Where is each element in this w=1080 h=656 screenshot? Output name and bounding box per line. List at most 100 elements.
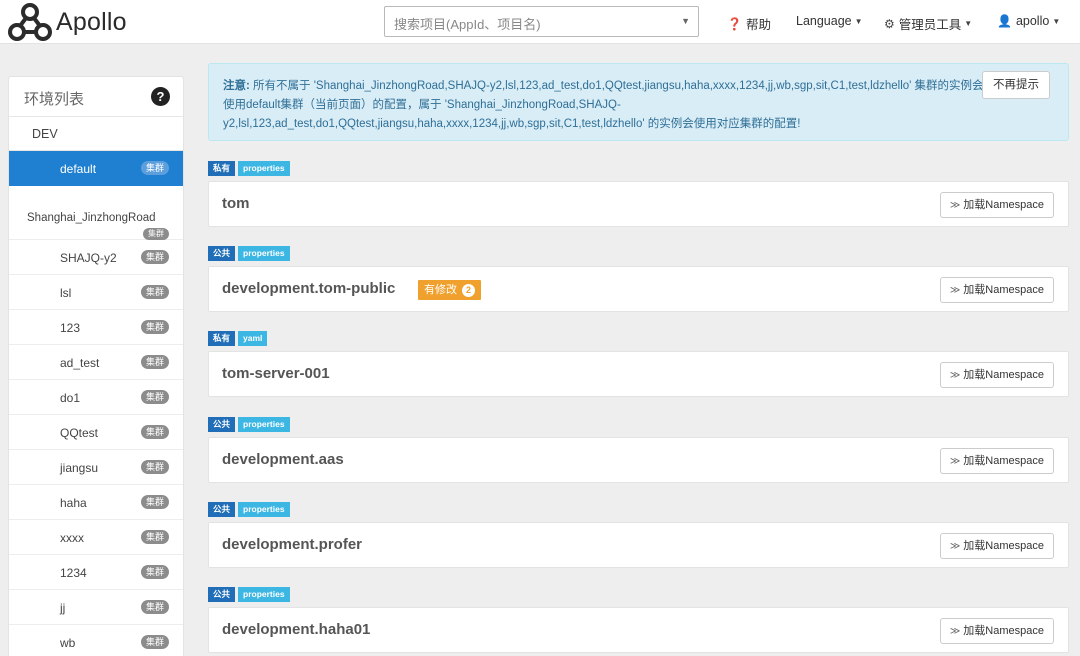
- namespace-header[interactable]: development.profer ≫ 加载Namespace: [208, 522, 1069, 568]
- sidebar-item-label: wb: [60, 636, 76, 650]
- namespace-header[interactable]: development.aas ≫ 加载Namespace: [208, 437, 1069, 483]
- dismiss-notice-button[interactable]: 不再提示: [982, 71, 1050, 99]
- alert-prefix: 注意:: [223, 80, 250, 92]
- cluster-badge: 集群: [140, 425, 169, 439]
- cluster-badge: 集群: [140, 495, 169, 509]
- sidebar-item-cluster[interactable]: ad_test 集群: [9, 345, 183, 380]
- sidebar-item-label: Shanghai_JinzhongRoad: [27, 212, 156, 224]
- app-name: Apollo: [56, 7, 127, 36]
- load-namespace-label: 加载Namespace: [963, 540, 1044, 552]
- sidebar-item-cluster[interactable]: 123 集群: [9, 310, 183, 345]
- namespace-header[interactable]: tom ≫ 加载Namespace: [208, 181, 1069, 227]
- load-namespace-button[interactable]: ≫ 加载Namespace: [939, 533, 1054, 559]
- caret-down-icon: ▼: [964, 19, 973, 28]
- load-namespace-button[interactable]: ≫ 加载Namespace: [939, 192, 1054, 218]
- format-tag: yaml: [238, 331, 268, 346]
- namespace-tags: 公共 properties: [208, 587, 293, 602]
- sidebar-item-label: lsl: [60, 286, 72, 300]
- namespace-panel: 私有 yaml tom-server-001 ≫ 加载Namespace: [208, 331, 1069, 411]
- namespace-panel: 公共 properties development.haha01 ≫ 加载Name…: [208, 587, 1069, 656]
- namespace-header[interactable]: development.tom-public 有修改 2 ≫ 加载Namespace: [208, 266, 1069, 312]
- env-label: DEV: [32, 127, 58, 141]
- sidebar-item-cluster[interactable]: do1 集群: [9, 380, 183, 415]
- search-placeholder: 搜索项目(AppId、项目名): [394, 17, 541, 32]
- sidebar-item-cluster[interactable]: QQtest 集群: [9, 415, 183, 450]
- namespace-tags: 公共 properties: [208, 417, 293, 432]
- sidebar-item-cluster[interactable]: haha 集群: [9, 485, 183, 520]
- load-namespace-label: 加载Namespace: [963, 369, 1044, 381]
- double-chevron-down-icon: ≫: [949, 200, 961, 211]
- apollo-logo-icon: [8, 3, 52, 41]
- sidebar-item-label: do1: [60, 391, 81, 405]
- cluster-badge: 集群: [140, 460, 169, 474]
- modified-count: 2: [462, 283, 475, 297]
- double-chevron-down-icon: ≫: [949, 285, 961, 296]
- namespace-name: development.profer: [222, 536, 363, 553]
- sidebar-item-cluster[interactable]: SHAJQ-y2 集群: [9, 240, 183, 275]
- sidebar-item-label: haha: [60, 496, 87, 510]
- admin-tools-dropdown[interactable]: ⚙ 管理员工具 ▼: [884, 14, 972, 33]
- load-namespace-label: 加载Namespace: [963, 284, 1044, 296]
- help-icon[interactable]: ?: [151, 87, 170, 106]
- user-dropdown[interactable]: 👤 apollo ▼: [997, 14, 1060, 28]
- project-search-select[interactable]: 搜索项目(AppId、项目名) ▼: [384, 6, 699, 37]
- sidebar-item-cluster[interactable]: xxxx 集群: [9, 520, 183, 555]
- cluster-badge: 集群: [140, 285, 169, 299]
- format-tag: properties: [238, 246, 290, 261]
- format-tag: properties: [238, 502, 290, 517]
- cluster-badge: 集群: [140, 320, 169, 334]
- sidebar-item-cluster[interactable]: 1234 集群: [9, 555, 183, 590]
- sidebar-header: 环境列表 ?: [9, 77, 183, 117]
- namespace-panel: 公共 properties development.aas ≫ 加载Namespa…: [208, 417, 1069, 497]
- namespace-header[interactable]: development.haha01 ≫ 加载Namespace: [208, 607, 1069, 653]
- namespace-name: development.aas: [222, 451, 344, 468]
- format-tag: properties: [238, 587, 290, 602]
- modified-label: 有修改: [424, 284, 457, 296]
- sidebar-item-label: 123: [60, 321, 81, 335]
- language-dropdown[interactable]: Language ▼: [796, 14, 863, 28]
- sidebar-title: 环境列表: [24, 91, 85, 108]
- load-namespace-label: 加载Namespace: [963, 625, 1044, 637]
- help-link[interactable]: ❓ 帮助: [727, 14, 771, 33]
- namespace-tags: 私有 yaml: [208, 331, 270, 346]
- load-namespace-button[interactable]: ≫ 加载Namespace: [939, 277, 1054, 303]
- sidebar-item-default[interactable]: default 集群: [9, 151, 183, 186]
- format-tag: properties: [238, 161, 290, 176]
- sidebar-item-label: default: [60, 162, 97, 176]
- load-namespace-button[interactable]: ≫ 加载Namespace: [939, 618, 1054, 644]
- double-chevron-down-icon: ≫: [949, 370, 961, 381]
- format-tag: properties: [238, 417, 290, 432]
- sidebar-item-label: xxxx: [60, 531, 84, 545]
- sidebar-item-cluster[interactable]: jiangsu 集群: [9, 450, 183, 485]
- load-namespace-label: 加载Namespace: [963, 199, 1044, 211]
- sidebar-item-shanghai-jinzhongroad[interactable]: Shanghai_JinzhongRoad 集群: [9, 186, 183, 240]
- sidebar-item-label: QQtest: [60, 426, 99, 440]
- load-namespace-button[interactable]: ≫ 加载Namespace: [939, 362, 1054, 388]
- sidebar-item-label: jiangsu: [60, 461, 99, 475]
- cluster-badge: 集群: [140, 355, 169, 369]
- sidebar-item-cluster[interactable]: jj 集群: [9, 590, 183, 625]
- cluster-notice-alert: 注意: 所有不属于 'Shanghai_JinzhongRoad,SHAJQ-y…: [208, 63, 1069, 141]
- top-navbar: Apollo 搜索项目(AppId、项目名) ▼ ❓ 帮助 Language ▼…: [0, 0, 1080, 44]
- help-label: 帮助: [745, 18, 771, 32]
- namespace-tags: 公共 properties: [208, 246, 293, 261]
- namespace-name: development.haha01: [222, 621, 371, 638]
- sidebar-item-cluster[interactable]: wb 集群: [9, 625, 183, 656]
- sidebar-env-dev[interactable]: DEV: [9, 117, 183, 151]
- sidebar-item-label: jj: [60, 601, 66, 615]
- namespace-name: tom: [222, 195, 250, 212]
- namespace-name: tom-server-001: [222, 365, 330, 382]
- namespace-header[interactable]: tom-server-001 ≫ 加载Namespace: [208, 351, 1069, 397]
- sidebar-item-cluster[interactable]: lsl 集群: [9, 275, 183, 310]
- modified-badge: 有修改 2: [418, 280, 481, 300]
- apollo-logo[interactable]: Apollo: [8, 3, 127, 41]
- cluster-badge: 集群: [140, 390, 169, 404]
- cluster-badge: 集群: [140, 530, 169, 544]
- namespace-panel: 公共 properties development.profer ≫ 加载Name…: [208, 502, 1069, 582]
- load-namespace-button[interactable]: ≫ 加载Namespace: [939, 448, 1054, 474]
- namespace-tags: 私有 properties: [208, 161, 293, 176]
- scope-tag: 公共: [208, 502, 236, 517]
- cluster-badge: 集群: [140, 161, 169, 175]
- namespace-panel: 公共 properties development.tom-public 有修改…: [208, 246, 1069, 326]
- alert-message: 注意: 所有不属于 'Shanghai_JinzhongRoad,SHAJQ-y…: [223, 77, 993, 134]
